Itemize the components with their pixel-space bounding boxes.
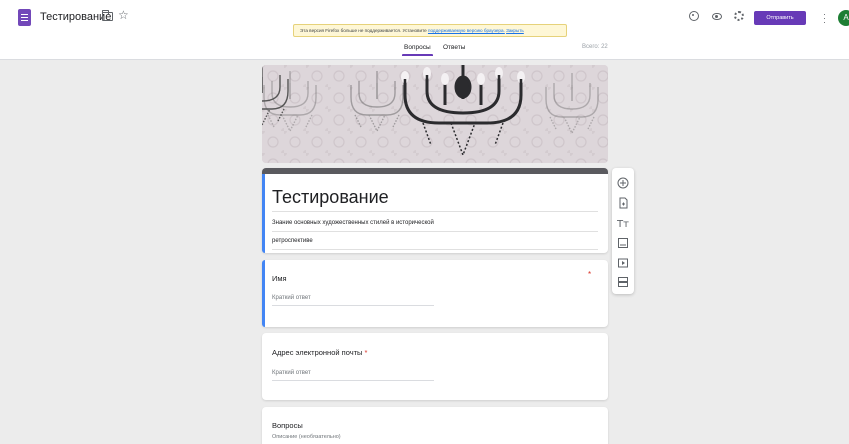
chandelier-image: [262, 65, 608, 163]
required-mark: *: [588, 270, 592, 279]
image-icon[interactable]: [617, 237, 629, 249]
section-title[interactable]: Вопросы: [272, 421, 303, 430]
form-description-line-2[interactable]: ретроспективе: [272, 238, 313, 244]
video-icon[interactable]: [617, 257, 629, 269]
avatar[interactable]: A: [838, 10, 849, 26]
import-questions-icon[interactable]: [617, 197, 629, 209]
more-vert-icon[interactable]: · · ·: [823, 10, 826, 27]
required-mark: *: [364, 348, 368, 357]
form-title[interactable]: Тестирование: [272, 187, 389, 208]
app-header: Тестирование ☆ Эта версия Firefox больше…: [0, 0, 849, 60]
eye-icon[interactable]: [712, 13, 722, 20]
desc-underline-2: [272, 249, 598, 250]
question-title[interactable]: Имя: [272, 274, 287, 283]
star-icon[interactable]: ☆: [118, 8, 129, 22]
short-answer-hint: Краткий ответ: [272, 370, 311, 376]
tab-questions[interactable]: Вопросы: [402, 44, 433, 56]
add-question-icon[interactable]: [617, 177, 629, 189]
question-card[interactable]: Адрес электронной почты * Краткий ответ: [262, 333, 608, 400]
form-title-card[interactable]: Тестирование Знание основных художествен…: [262, 168, 608, 253]
form-header-image: [262, 65, 608, 163]
form-description-line-1[interactable]: Знание основных художественных стилей в …: [272, 220, 434, 226]
question-card[interactable]: Имя * Краткий ответ: [262, 260, 608, 327]
total-points: Всего: 22: [582, 44, 608, 50]
gear-icon[interactable]: [734, 11, 744, 21]
answer-line: [272, 380, 434, 381]
answer-line: [272, 305, 434, 306]
desc-underline: [272, 231, 598, 232]
folder-icon[interactable]: [102, 10, 113, 21]
banner-text: Эта версия Firefox больше не поддерживае…: [300, 28, 427, 33]
section-card[interactable]: Вопросы Описание (необязательно): [262, 407, 608, 444]
svg-text:Tт: Tт: [617, 219, 629, 229]
question-title[interactable]: Адрес электронной почты *: [272, 348, 367, 357]
send-button[interactable]: Отправить: [754, 11, 806, 25]
banner-close-link[interactable]: Закрыть: [506, 28, 524, 33]
palette-icon[interactable]: [689, 11, 699, 21]
tab-responses[interactable]: Ответы: [443, 44, 465, 51]
banner-link[interactable]: поддерживаемую версию браузера.: [428, 28, 505, 33]
question-title-text: Адрес электронной почты: [272, 348, 363, 357]
short-answer-hint: Краткий ответ: [272, 295, 311, 301]
active-card-indicator: [262, 174, 265, 253]
section-description[interactable]: Описание (необязательно): [272, 434, 341, 440]
forms-doc-icon[interactable]: [18, 9, 31, 26]
active-card-indicator: [262, 260, 265, 327]
title-text-icon[interactable]: Tт: [617, 217, 629, 229]
title-underline: [272, 211, 598, 212]
unsupported-browser-banner: Эта версия Firefox больше не поддерживае…: [293, 24, 567, 37]
section-icon[interactable]: [617, 276, 629, 288]
doc-title[interactable]: Тестирование: [40, 11, 111, 23]
side-toolbar: Tт: [612, 168, 634, 294]
